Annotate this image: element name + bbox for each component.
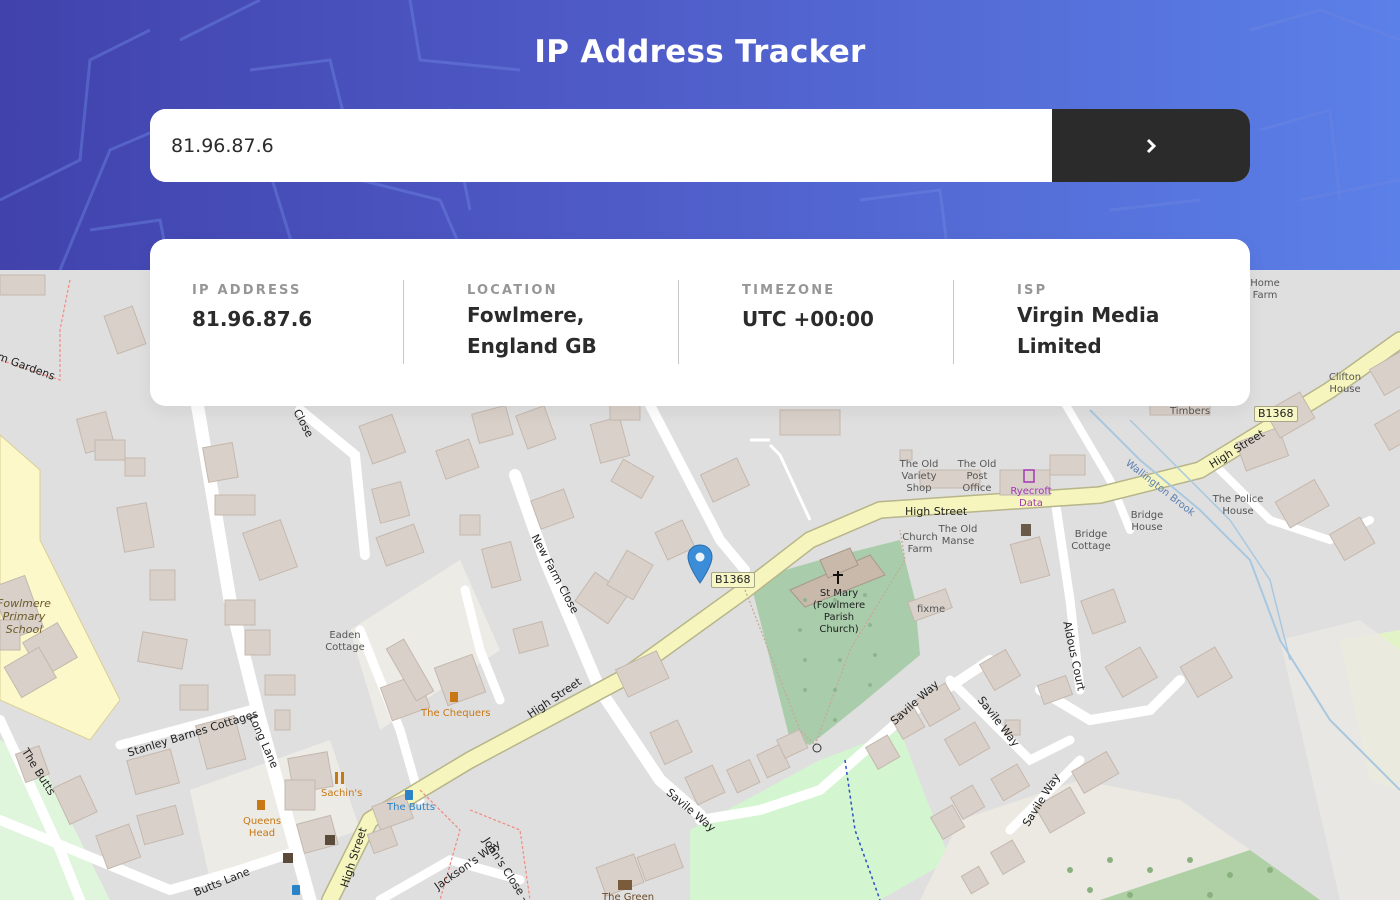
ip-address-value: 81.96.87.6 — [192, 304, 425, 335]
st-mary-line1: St Mary — [819, 588, 859, 599]
ryecroft-line2: Data — [1019, 498, 1043, 509]
map-label-queens-head: Queens Head — [240, 816, 284, 840]
map-label-high-street-east: High Street — [905, 505, 968, 518]
isp-value-line2: Limited — [1017, 334, 1102, 358]
variety-line1: The Old — [899, 459, 939, 470]
queens-line1: Queens — [242, 816, 282, 827]
isp-stat: ISP Virgin Media Limited — [953, 280, 1250, 364]
location-value-line2: England GB — [467, 334, 597, 358]
school-line2: Primary — [2, 610, 46, 623]
ip-address-label: IP ADDRESS — [192, 283, 302, 298]
st-mary-line2: (Fowlmere — [812, 600, 866, 611]
old-manse-line1: The Old — [938, 524, 978, 535]
map-label-bridge-cottage: Bridge Cottage — [1066, 529, 1116, 553]
eaden-line2: Cottage — [325, 642, 365, 653]
map-label-eaden-cottage: Eaden Cottage — [322, 630, 368, 654]
map-label-old-variety-shop: The Old Variety Shop — [894, 459, 944, 495]
variety-line2: Variety — [901, 471, 937, 482]
police-line2: House — [1222, 506, 1254, 517]
map-label-clifton-house: Clifton House — [1322, 372, 1368, 396]
map-label-fixme: fixme — [917, 604, 946, 615]
isp-value: Virgin Media Limited — [1017, 300, 1250, 362]
search-bar — [150, 109, 1250, 182]
search-submit-button[interactable] — [1052, 109, 1250, 182]
old-manse-line2: Manse — [941, 536, 975, 547]
bridge-house-line2: House — [1131, 522, 1163, 533]
clifton-line1: Clifton — [1328, 372, 1362, 383]
eaden-line1: Eaden — [329, 630, 361, 641]
timezone-value-line1: UTC +00:00 — [742, 307, 874, 331]
timezone-value: UTC +00:00 — [742, 304, 975, 335]
ip-info-card: IP ADDRESS 81.96.87.6 LOCATION Fowlmere,… — [150, 239, 1250, 406]
page-title: IP Address Tracker — [534, 34, 866, 70]
timezone-label: TIMEZONE — [742, 283, 836, 298]
map-label-old-manse: The Old Manse — [935, 524, 981, 548]
location-stat: LOCATION Fowlmere, England GB — [403, 280, 700, 364]
map-label-old-post-office: The Old Post Office — [952, 459, 1002, 495]
post-line1: The Old — [957, 459, 997, 470]
map-label-b1368-east: B1368 — [1254, 406, 1298, 422]
map-label-ryecroft-data: Ryecroft Data — [1006, 486, 1056, 510]
map-label-timbers: Timbers — [1170, 406, 1211, 417]
st-mary-line4: Church) — [819, 624, 859, 635]
queens-line2: Head — [248, 828, 276, 839]
ip-address-stat: IP ADDRESS 81.96.87.6 — [150, 280, 425, 364]
chevron-right-icon — [1146, 138, 1157, 153]
map-label-the-chequers: The Chequers — [421, 708, 491, 719]
post-line3: Office — [962, 483, 992, 494]
isp-value-line1: Virgin Media — [1017, 303, 1160, 327]
map-label-the-green: The Green — [602, 892, 655, 900]
location-pin-icon[interactable] — [687, 544, 713, 584]
bridge-house-line1: Bridge — [1130, 510, 1164, 521]
police-line1: The Police — [1212, 494, 1264, 505]
map-label-the-butts-bus-stop: The Butts — [387, 802, 436, 813]
timezone-stat: TIMEZONE UTC +00:00 — [678, 280, 975, 364]
clifton-line2: House — [1329, 384, 1361, 395]
bridge-cottage-line1: Bridge — [1074, 529, 1108, 540]
school-line1: Fowlmere — [0, 597, 51, 610]
home-farm-line1: Home — [1250, 278, 1280, 289]
map-label-sachins: Sachin's — [321, 788, 363, 799]
bridge-cottage-line2: Cottage — [1071, 541, 1111, 552]
isp-label: ISP — [1017, 283, 1048, 298]
ip-search-input[interactable] — [150, 109, 1052, 182]
map-label-home-farm: Home Farm — [1247, 278, 1283, 302]
location-value-line1: Fowlmere, — [467, 303, 585, 327]
school-line3: School — [5, 623, 43, 636]
ryecroft-line1: Ryecroft — [1010, 486, 1052, 497]
st-mary-line3: Parish — [823, 612, 855, 623]
post-line2: Post — [966, 471, 988, 482]
map-label-fowlmere-primary-school: Fowlmere Primary School — [0, 597, 52, 636]
location-value: Fowlmere, England GB — [467, 300, 700, 362]
location-label: LOCATION — [467, 283, 558, 298]
ip-address-value-line1: 81.96.87.6 — [192, 307, 313, 331]
map-label-st-mary: St Mary (Fowlmere Parish Church) — [808, 588, 870, 636]
map-label-b1368-west: B1368 — [711, 572, 755, 588]
map-label-bridge-house: Bridge House — [1124, 510, 1170, 534]
home-farm-line2: Farm — [1252, 290, 1278, 301]
variety-line3: Shop — [906, 483, 932, 494]
map-label-police-house: The Police House — [1208, 494, 1268, 518]
